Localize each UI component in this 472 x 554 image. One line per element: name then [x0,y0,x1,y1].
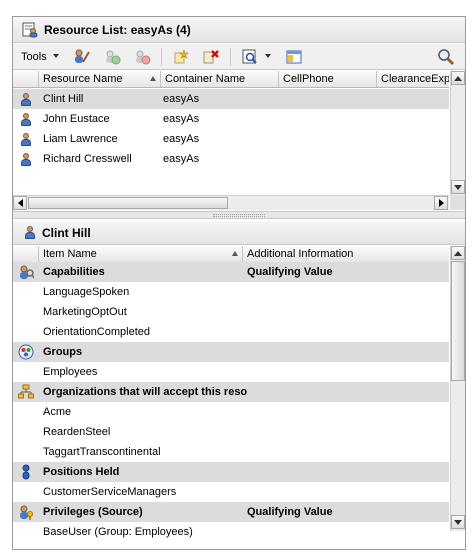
toolbar-separator [160,47,162,66]
arrow-down-icon [454,184,462,190]
list-item[interactable]: CustomerServiceManagers [13,482,449,502]
scroll-right-button[interactable] [434,196,448,210]
new-item-icon[interactable] [172,48,190,66]
list-item[interactable]: ReardenSteel [13,422,449,442]
detail-grid-header: Item Name Additional Information [13,246,449,263]
scroll-down-button[interactable] [451,180,465,194]
person-icon [20,152,32,166]
list-item[interactable]: Acme [13,402,449,422]
list-item[interactable]: MarketingOptOut [13,302,449,322]
detail-title-bar: Clint Hill [13,221,465,245]
category-row-groups[interactable]: Groups [13,342,449,362]
table-row[interactable]: Liam Lawrence easyAs [13,129,449,149]
row-icon-column-header [13,246,39,262]
arrow-down-icon [454,519,462,525]
person-icon [20,112,32,126]
column-header-container-name[interactable]: Container Name [161,71,279,87]
remove-resource-icon[interactable] [133,48,151,66]
category-row-positions-held[interactable]: Positions Held [13,462,449,482]
sort-ascending-icon [232,251,238,256]
search-icon[interactable] [437,48,455,66]
scroll-corner [450,195,465,210]
list-item[interactable]: LanguageSpoken [13,282,449,302]
horizontal-scroll-thumb[interactable] [28,197,228,209]
resource-grid-vertical-scrollbar[interactable] [450,71,465,195]
scroll-up-button[interactable] [451,246,465,260]
list-item[interactable]: OrientationCompleted [13,322,449,342]
column-header-cellphone[interactable]: CellPhone [279,71,377,87]
list-item[interactable]: TaggartTranscontinental [13,442,449,462]
delete-item-icon[interactable] [202,48,220,66]
resource-grid-header: Resource Name Container Name CellPhone C… [13,71,449,88]
person-icon [24,226,36,239]
vertical-scroll-thumb[interactable] [451,261,465,381]
layout-icon[interactable] [285,48,303,66]
tools-dropdown-caret-icon[interactable] [52,54,59,58]
column-header-clearance-expiration[interactable]: ClearanceExpi [377,71,449,87]
sort-ascending-icon [150,76,156,81]
add-resource-icon[interactable] [103,48,121,66]
list-item[interactable]: Employees [13,362,449,382]
capabilities-icon [13,264,39,280]
view-dropdown-caret-icon[interactable] [264,54,271,58]
column-header-resource-name[interactable]: Resource Name [39,71,161,87]
organizations-icon [13,384,39,400]
resource-grid: Clint Hill easyAs John Eustace easyAs Li… [13,89,449,169]
person-icon [20,92,32,106]
arrow-left-icon [17,199,23,207]
resource-list-title-bar: Resource List: easyAs (4) [13,17,465,43]
row-icon-column-header [13,71,39,87]
person-icon [20,132,32,146]
edit-resource-icon[interactable] [73,48,91,66]
list-item[interactable]: BaseUser (Group: Employees) [13,522,449,542]
toolbar: Tools [13,44,465,70]
scroll-up-button[interactable] [451,71,465,85]
privileges-icon [13,504,39,520]
detail-grid-vertical-scrollbar[interactable] [450,246,465,531]
category-row-organizations[interactable]: Organizations that will accept this reso… [13,382,449,402]
toolbar-separator [229,47,231,66]
resource-list-icon [22,22,38,37]
detail-title: Clint Hill [42,225,91,240]
category-row-capabilities[interactable]: Capabilities Qualifying Value [13,262,449,282]
arrow-up-icon [454,250,462,256]
positions-icon [13,464,39,480]
table-row[interactable]: John Eustace easyAs [13,109,449,129]
detail-grid: Capabilities Qualifying Value LanguageSp… [13,262,449,542]
arrow-right-icon [438,199,444,207]
panel-splitter[interactable] [13,211,465,219]
resource-list-title: Resource List: easyAs (4) [44,22,191,37]
groups-icon [13,344,39,360]
tools-menu-button[interactable]: Tools [21,51,47,63]
resource-window: Resource List: easyAs (4) Tools Resource… [12,16,466,550]
category-row-privileges[interactable]: Privileges (Source) Qualifying Value [13,502,449,522]
resource-grid-horizontal-scrollbar[interactable] [13,195,449,210]
scroll-down-button[interactable] [451,515,465,529]
column-header-additional-information[interactable]: Additional Information [243,246,449,262]
column-header-item-name[interactable]: Item Name [39,246,243,262]
table-row[interactable]: Clint Hill easyAs [13,89,449,109]
scroll-left-button[interactable] [13,196,27,210]
view-report-icon[interactable] [241,48,259,66]
splitter-grip[interactable] [213,214,265,217]
arrow-up-icon [454,75,462,81]
table-row[interactable]: Richard Cresswell easyAs [13,149,449,169]
